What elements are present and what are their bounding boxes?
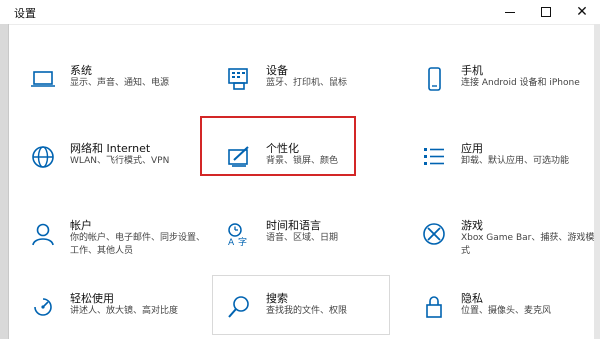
- tile-label: 设备: [266, 64, 288, 77]
- background-window-edge: [0, 24, 9, 339]
- settings-tile-system[interactable]: 系统 显示、声音、通知、电源: [14, 50, 194, 108]
- tile-description: 显示、声音、通知、电源: [70, 78, 170, 88]
- settings-tile-time-language[interactable]: A字 时间和语言 语音、区域、日期: [210, 205, 390, 263]
- tile-label: 应用: [461, 142, 483, 155]
- lock-icon: [419, 292, 449, 322]
- tile-description: 位置、摄像头、麦克风: [461, 306, 552, 316]
- tile-description: 语音、区域、日期: [266, 233, 339, 243]
- minimize-button[interactable]: [492, 0, 528, 24]
- tile-label: 游戏: [461, 219, 483, 232]
- svg-text:字: 字: [238, 236, 247, 247]
- laptop-icon: [28, 64, 58, 94]
- settings-tile-gaming[interactable]: 游戏 Xbox Game Bar、捕获、游戏模式: [405, 205, 594, 263]
- maximize-button[interactable]: [528, 0, 564, 24]
- tile-label: 轻松使用: [70, 292, 114, 305]
- tile-description: WLAN、飞行模式、VPN: [70, 156, 170, 166]
- settings-window: 设置 ✕ 系统 显示、声音、通知、电源 设备 蓝牙、打印机、鼠标 手机 连接 A…: [0, 0, 600, 339]
- time-language-icon: A字: [224, 219, 254, 249]
- scrollbar-track[interactable]: [594, 24, 600, 339]
- tile-label: 时间和语言: [266, 219, 321, 232]
- tile-description: 你的帐户、电子邮件、同步设置、 工作、其他人员: [70, 233, 206, 256]
- keyboard-printer-icon: [224, 64, 254, 94]
- tile-label: 隐私: [461, 292, 483, 305]
- tile-label: 搜索: [266, 292, 288, 305]
- settings-tile-ease-of-access[interactable]: 轻松使用 讲述人、放大镜、高对比度: [14, 278, 194, 336]
- close-button[interactable]: ✕: [564, 0, 600, 24]
- tile-label: 系统: [70, 64, 92, 77]
- svg-text:A: A: [228, 238, 235, 247]
- apps-list-icon: [419, 142, 449, 172]
- phone-icon: [419, 64, 449, 94]
- tile-label: 网络和 Internet: [70, 142, 151, 155]
- tile-description: 蓝牙、打印机、鼠标: [266, 78, 348, 88]
- highlight-box: [200, 116, 356, 176]
- tile-label: 手机: [461, 64, 483, 77]
- title-bar: 设置 ✕: [0, 0, 600, 25]
- window-title: 设置: [14, 7, 36, 20]
- tile-description: 查找我的文件、权限: [266, 306, 348, 316]
- maximize-icon: [541, 7, 551, 17]
- ease-of-access-icon: [28, 292, 58, 322]
- settings-tile-privacy[interactable]: 隐私 位置、摄像头、麦克风: [405, 278, 585, 336]
- tile-description: 连接 Android 设备和 iPhone: [461, 78, 580, 88]
- close-icon: ✕: [576, 4, 588, 20]
- settings-tile-devices[interactable]: 设备 蓝牙、打印机、鼠标: [210, 50, 390, 108]
- tile-description: 卸载、默认应用、可选功能: [461, 156, 570, 166]
- person-icon: [28, 219, 58, 249]
- search-icon: [224, 292, 254, 322]
- settings-tile-accounts[interactable]: 帐户 你的帐户、电子邮件、同步设置、 工作、其他人员: [14, 205, 205, 263]
- tile-description: Xbox Game Bar、捕获、游戏模式: [461, 233, 595, 256]
- minimize-icon: [505, 11, 515, 13]
- tile-description: 讲述人、放大镜、高对比度: [70, 306, 179, 316]
- settings-tile-network[interactable]: 网络和 Internet WLAN、飞行模式、VPN: [14, 128, 194, 186]
- settings-tile-search[interactable]: 搜索 查找我的文件、权限: [210, 278, 390, 336]
- xbox-icon: [419, 219, 449, 249]
- settings-tile-apps[interactable]: 应用 卸载、默认应用、可选功能: [405, 128, 585, 186]
- tile-label: 帐户: [70, 219, 92, 232]
- globe-icon: [28, 142, 58, 172]
- settings-tile-phone[interactable]: 手机 连接 Android 设备和 iPhone: [405, 50, 585, 108]
